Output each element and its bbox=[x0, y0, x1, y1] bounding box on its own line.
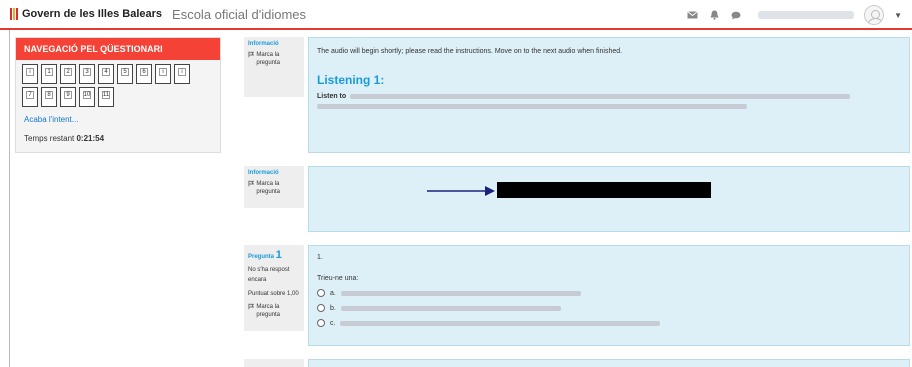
answer-option-c[interactable]: c. bbox=[317, 319, 901, 327]
question-number: 1. bbox=[317, 254, 323, 261]
content-panel-3: 1. Trieu-ne una: a. b. c. bbox=[308, 245, 910, 346]
quiz-nav-button[interactable]: 11 bbox=[98, 87, 114, 107]
top-navbar: Govern de les Illes Balears Escola ofici… bbox=[0, 0, 912, 30]
quiz-nav-button[interactable]: 9 bbox=[60, 87, 76, 107]
left-divider bbox=[9, 30, 10, 367]
flag-icon bbox=[248, 303, 255, 310]
listen-label: Listen to bbox=[317, 93, 347, 100]
quiz-nav-button[interactable]: i bbox=[174, 64, 190, 84]
info-panel-4 bbox=[244, 359, 304, 367]
quiz-nav-button[interactable]: 8 bbox=[41, 87, 57, 107]
listening-heading: Listening 1: bbox=[317, 73, 385, 87]
question-prompt: Trieu-ne una: bbox=[317, 275, 359, 282]
radio-button[interactable] bbox=[317, 319, 325, 327]
bell-icon[interactable] bbox=[708, 9, 720, 21]
quiz-nav-title: NAVEGACIÓ PEL QÜESTIONARI bbox=[16, 38, 220, 60]
flag-question[interactable]: Marca la pregunta bbox=[248, 180, 300, 196]
info-panel-1: Informació Marca la pregunta bbox=[244, 37, 304, 97]
quiz-nav-button[interactable]: 4 bbox=[98, 64, 114, 84]
blurred-line bbox=[317, 104, 901, 111]
question-score: Puntuat sobre 1,00 bbox=[248, 291, 299, 297]
content-panel-1: The audio will begin shortly; please rea… bbox=[308, 37, 910, 153]
user-name-blurred[interactable] bbox=[758, 11, 855, 19]
quiz-nav-button[interactable]: 2 bbox=[60, 64, 76, 84]
quiz-navigation-block: NAVEGACIÓ PEL QÜESTIONARI i 1 2 3 4 5 6 … bbox=[15, 37, 221, 153]
flag-icon bbox=[248, 180, 255, 187]
listen-instructions: Listen to bbox=[317, 93, 901, 100]
quiz-nav-button[interactable]: 5 bbox=[117, 64, 133, 84]
flag-label: Marca la pregunta bbox=[256, 304, 281, 318]
flag-question[interactable]: Marca la pregunta bbox=[248, 303, 300, 319]
instructions-text: The audio will begin shortly; please rea… bbox=[317, 48, 623, 55]
finish-attempt-link[interactable]: Acaba l'intent... bbox=[24, 115, 220, 124]
govern-logo-icon bbox=[10, 8, 18, 20]
blurred-option-text bbox=[340, 290, 581, 296]
flag-label: Marca la pregunta bbox=[256, 52, 281, 66]
timer-label: Temps restant bbox=[24, 134, 75, 143]
envelope-icon[interactable] bbox=[686, 9, 698, 21]
blurred-text bbox=[350, 94, 851, 99]
answer-option-b[interactable]: b. bbox=[317, 304, 901, 312]
quiz-nav-button[interactable]: i bbox=[22, 64, 38, 84]
info-title: Informació bbox=[248, 41, 279, 47]
user-avatar[interactable] bbox=[864, 5, 885, 25]
radio-button[interactable] bbox=[317, 304, 325, 312]
quiz-nav-button[interactable]: 3 bbox=[79, 64, 95, 84]
audio-player-redacted[interactable] bbox=[497, 182, 711, 198]
timer-value: 0:21:54 bbox=[76, 134, 105, 143]
info-title: Informació bbox=[248, 170, 279, 176]
site-name[interactable]: Escola oficial d'idiomes bbox=[172, 7, 306, 22]
info-panel-3: Pregunta 1 No s'ha respost encara Puntua… bbox=[244, 245, 304, 331]
blurred-option-text bbox=[340, 320, 661, 326]
flag-icon bbox=[248, 51, 255, 58]
content-panel-2 bbox=[308, 166, 910, 232]
quiz-nav-button[interactable]: 7 bbox=[22, 87, 38, 107]
radio-button[interactable] bbox=[317, 289, 325, 297]
brand-logo[interactable]: Govern de les Illes Balears bbox=[10, 8, 162, 20]
blurred-option-text bbox=[340, 305, 561, 311]
quiz-nav-buttons: i 1 2 3 4 5 6 i i 7 8 9 10 11 bbox=[16, 60, 212, 107]
question-title: Pregunta 1 bbox=[248, 249, 282, 261]
quiz-nav-button[interactable]: 6 bbox=[136, 64, 152, 84]
content-panel-4 bbox=[308, 359, 910, 367]
brand-name: Govern de les Illes Balears bbox=[22, 8, 163, 20]
question-status: No s'ha respost encara bbox=[248, 267, 290, 283]
info-panel-2: Informació Marca la pregunta bbox=[244, 166, 304, 208]
chat-icon[interactable] bbox=[730, 9, 742, 21]
quiz-nav-button[interactable]: i bbox=[155, 64, 171, 84]
flag-question[interactable]: Marca la pregunta bbox=[248, 51, 300, 67]
quiz-nav-button[interactable]: 10 bbox=[79, 87, 95, 107]
arrow-right-icon bbox=[427, 186, 495, 196]
chevron-down-icon[interactable]: ▼ bbox=[894, 11, 902, 20]
answer-option-a[interactable]: a. bbox=[317, 289, 901, 297]
quiz-nav-button[interactable]: 1 bbox=[41, 64, 57, 84]
time-remaining: Temps restant 0:21:54 bbox=[24, 134, 220, 143]
flag-label: Marca la pregunta bbox=[256, 181, 281, 195]
